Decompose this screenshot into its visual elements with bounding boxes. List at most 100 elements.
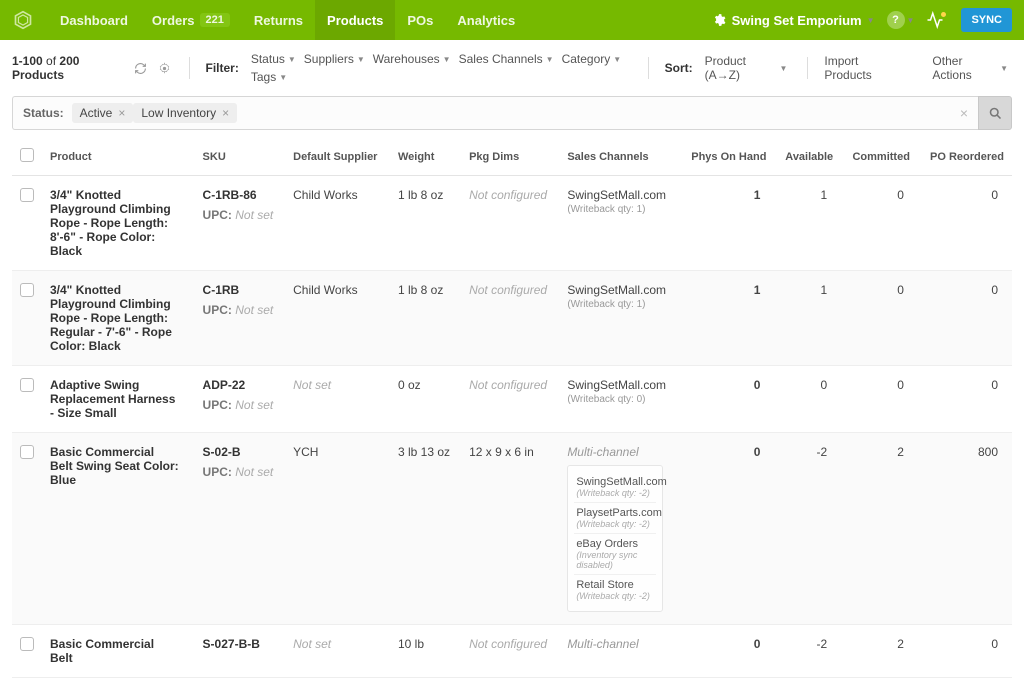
channel-name: SwingSetMall.com (567, 283, 671, 297)
col-channels[interactable]: Sales Channels (559, 138, 679, 176)
writeback-qty: (Writeback qty: 0) (567, 394, 671, 405)
channel-name: SwingSetMall.com (567, 188, 671, 202)
result-count: 1-100 of 200 Products (12, 54, 124, 82)
chevron-down-icon: ▼ (867, 16, 875, 25)
col-onhand[interactable]: Phys On Hand (679, 138, 774, 176)
chevron-down-icon: ▼ (613, 55, 621, 64)
committed: 0 (841, 366, 918, 433)
sort-label: Sort: (665, 61, 693, 75)
supplier-name: Not set (293, 378, 331, 392)
remove-chip-icon[interactable]: × (118, 106, 125, 120)
col-weight[interactable]: Weight (390, 138, 461, 176)
phys-on-hand: 1 (679, 176, 774, 271)
chevron-down-icon: ▼ (1000, 64, 1008, 73)
filter-status[interactable]: Status▼ (247, 50, 300, 68)
channel-item: eBay Orders(Inventory sync disabled) (574, 534, 656, 575)
upc: UPC: Not set (203, 398, 278, 412)
pkg-dims: 12 x 9 x 6 in (469, 445, 534, 459)
upc: UPC: Not set (203, 303, 278, 317)
select-all-checkbox[interactable] (20, 148, 34, 162)
upc: UPC: Not set (203, 465, 278, 479)
product-name[interactable]: 3/4" Knotted Playground Climbing Rope - … (50, 188, 180, 258)
multi-channel-label: Multi-channel (567, 445, 638, 459)
row-checkbox[interactable] (20, 188, 34, 202)
committed: 0 (841, 176, 918, 271)
sku: S-02-B (203, 445, 278, 459)
col-reordered[interactable]: PO Reordered (918, 138, 1012, 176)
product-name[interactable]: 3/4" Knotted Playground Climbing Rope - … (50, 283, 180, 353)
list-settings-icon[interactable] (156, 59, 172, 77)
import-products-link[interactable]: Import Products (824, 54, 901, 82)
refresh-icon[interactable] (132, 59, 148, 77)
row-checkbox[interactable] (20, 283, 34, 297)
product-name[interactable]: Adaptive Swing Replacement Harness - Siz… (50, 378, 180, 420)
remove-chip-icon[interactable]: × (222, 106, 229, 120)
product-name[interactable]: Basic Commercial Belt Swing Seat Color: … (50, 445, 180, 487)
phys-on-hand: 0 (679, 625, 774, 678)
filter-warehouses[interactable]: Warehouses▼ (369, 50, 455, 68)
filter-suppliers[interactable]: Suppliers▼ (300, 50, 369, 68)
nav-analytics[interactable]: Analytics (445, 0, 527, 40)
clear-filters-icon[interactable]: × (960, 105, 968, 121)
committed: 2 (841, 625, 918, 678)
col-available[interactable]: Available (774, 138, 841, 176)
list-toolbar: 1-100 of 200 Products Filter: Status▼Sup… (0, 40, 1024, 96)
chevron-down-icon: ▼ (357, 55, 365, 64)
chevron-down-icon: ▼ (546, 55, 554, 64)
status-label: Status: (23, 106, 64, 120)
col-pkg[interactable]: Pkg Dims (461, 138, 559, 176)
sort-dropdown[interactable]: Product (A→Z)▼ (701, 52, 792, 84)
weight: 0 oz (390, 366, 461, 433)
other-actions-menu[interactable]: Other Actions▼ (928, 52, 1012, 84)
col-product[interactable]: Product (42, 138, 195, 176)
nav-returns[interactable]: Returns (242, 0, 315, 40)
committed: 0 (841, 271, 918, 366)
filter-tags[interactable]: Tags▼ (247, 68, 291, 86)
po-reordered: 0 (918, 366, 1012, 433)
nav-orders[interactable]: Orders221 (140, 0, 242, 40)
product-name[interactable]: Basic Commercial Belt (50, 637, 180, 665)
nav-pos[interactable]: POs (395, 0, 445, 40)
col-sku[interactable]: SKU (195, 138, 286, 176)
sku: C-1RB-86 (203, 188, 278, 202)
weight: 1 lb 8 oz (390, 176, 461, 271)
app-logo-icon (12, 9, 34, 31)
sku: S-027-B-B (203, 637, 278, 651)
filter-chip-bar: Status: Active×Low Inventory× × (12, 96, 978, 130)
row-checkbox[interactable] (20, 445, 34, 459)
channel-item: Retail Store(Writeback qty: -2) (574, 575, 656, 605)
row-checkbox[interactable] (20, 637, 34, 651)
po-reordered: 0 (918, 625, 1012, 678)
help-menu[interactable]: ? ▼ (887, 11, 915, 29)
search-button[interactable] (978, 96, 1012, 130)
sync-button[interactable]: SYNC (961, 8, 1012, 32)
company-menu[interactable]: Swing Set Emporium ▼ (711, 12, 875, 28)
sku: ADP-22 (203, 378, 278, 392)
row-checkbox[interactable] (20, 378, 34, 392)
company-name: Swing Set Emporium (732, 13, 862, 28)
col-supplier[interactable]: Default Supplier (285, 138, 390, 176)
channel-list: SwingSetMall.com(Writeback qty: -2)Plays… (567, 465, 663, 612)
filter-label: Filter: (206, 61, 239, 75)
phys-on-hand: 0 (679, 366, 774, 433)
nav-dashboard[interactable]: Dashboard (48, 0, 140, 40)
pkg-dims: Not configured (469, 283, 547, 297)
po-reordered: 0 (918, 271, 1012, 366)
col-committed[interactable]: Committed (841, 138, 918, 176)
multi-channel-label: Multi-channel (567, 637, 638, 651)
gear-icon (711, 12, 727, 28)
pkg-dims: Not configured (469, 378, 547, 392)
channel-name: SwingSetMall.com (567, 378, 671, 392)
activity-icon[interactable] (926, 11, 949, 29)
pkg-dims: Not configured (469, 637, 547, 651)
filter-sales-channels[interactable]: Sales Channels▼ (455, 50, 558, 68)
filter-category[interactable]: Category▼ (558, 50, 626, 68)
nav-products[interactable]: Products (315, 0, 395, 40)
supplier-name: Child Works (293, 283, 357, 297)
topbar: DashboardOrders221ReturnsProductsPOsAnal… (0, 0, 1024, 40)
help-icon: ? (887, 11, 905, 29)
channel-item: PlaysetParts.com(Writeback qty: -2) (574, 503, 656, 534)
table-row: 3/4" Knotted Playground Climbing Rope - … (12, 271, 1012, 366)
phys-on-hand: 0 (679, 433, 774, 625)
chevron-down-icon: ▼ (279, 73, 287, 82)
